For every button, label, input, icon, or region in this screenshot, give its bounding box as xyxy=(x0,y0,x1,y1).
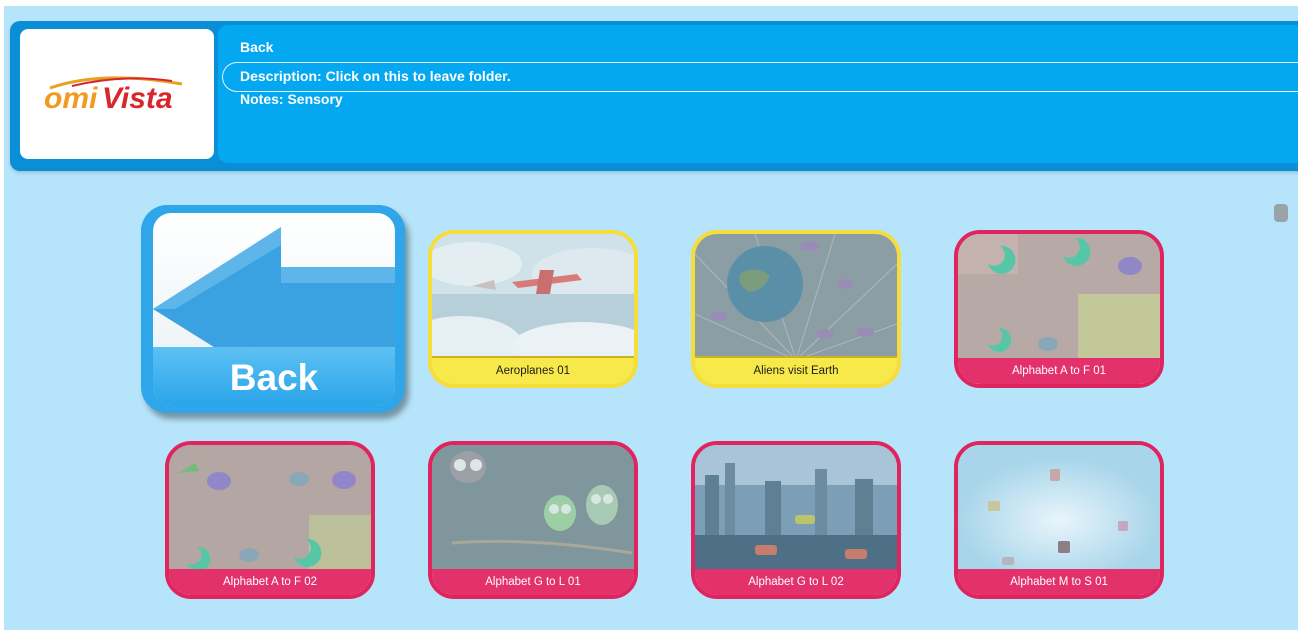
tile-alphabet-a-to-f-01[interactable]: Alphabet A to F 01 xyxy=(954,230,1164,388)
alphabet-m-s-01-thumbnail xyxy=(958,445,1160,571)
back-label: Back xyxy=(229,357,319,398)
tile-label: Alphabet A to F 01 xyxy=(958,358,1160,384)
alphabet-a-f-01-thumbnail xyxy=(958,234,1160,360)
tile-label: Alphabet G to L 02 xyxy=(695,569,897,595)
scrollbar-handle[interactable] xyxy=(1274,204,1288,222)
alphabet-g-l-01-thumbnail xyxy=(432,445,634,571)
left-arrow-icon xyxy=(153,227,395,363)
item-title: Back xyxy=(240,39,274,55)
back-button[interactable]: Back xyxy=(141,205,405,413)
app-window: omi Vista Back Description: Click on thi… xyxy=(0,6,1298,630)
item-notes: Notes: Sensory xyxy=(240,91,343,107)
aeroplanes-thumbnail xyxy=(432,234,634,360)
info-panel: Back Description: Click on this to leave… xyxy=(218,25,1298,163)
tile-label: Alphabet A to F 02 xyxy=(169,569,371,595)
header-bar: omi Vista Back Description: Click on thi… xyxy=(10,21,1298,171)
tile-alphabet-a-to-f-02[interactable]: Alphabet A to F 02 xyxy=(165,441,375,599)
tile-aliens-visit-earth[interactable]: Aliens visit Earth xyxy=(691,230,901,388)
tile-label: Aliens visit Earth xyxy=(695,356,897,384)
tile-label: Alphabet G to L 01 xyxy=(432,569,634,595)
alphabet-g-l-02-thumbnail xyxy=(695,445,897,571)
tile-alphabet-g-to-l-01[interactable]: Alphabet G to L 01 xyxy=(428,441,638,599)
item-description: Description: Click on this to leave fold… xyxy=(240,68,511,84)
omivista-logo-icon: omi Vista xyxy=(44,76,183,115)
tile-aeroplanes-01[interactable]: Aeroplanes 01 xyxy=(428,230,638,388)
tile-label: Alphabet M to S 01 xyxy=(958,569,1160,595)
tile-alphabet-m-to-s-01[interactable]: Alphabet M to S 01 xyxy=(954,441,1164,599)
back-button-face: Back xyxy=(153,213,395,405)
logo: omi Vista xyxy=(20,29,214,159)
aliens-thumbnail xyxy=(695,234,897,360)
tile-alphabet-g-to-l-02[interactable]: Alphabet G to L 02 xyxy=(691,441,901,599)
tile-label: Aeroplanes 01 xyxy=(432,356,634,384)
svg-text:Vista: Vista xyxy=(102,82,173,115)
svg-text:omi: omi xyxy=(44,82,98,115)
alphabet-a-f-02-thumbnail xyxy=(169,445,371,571)
